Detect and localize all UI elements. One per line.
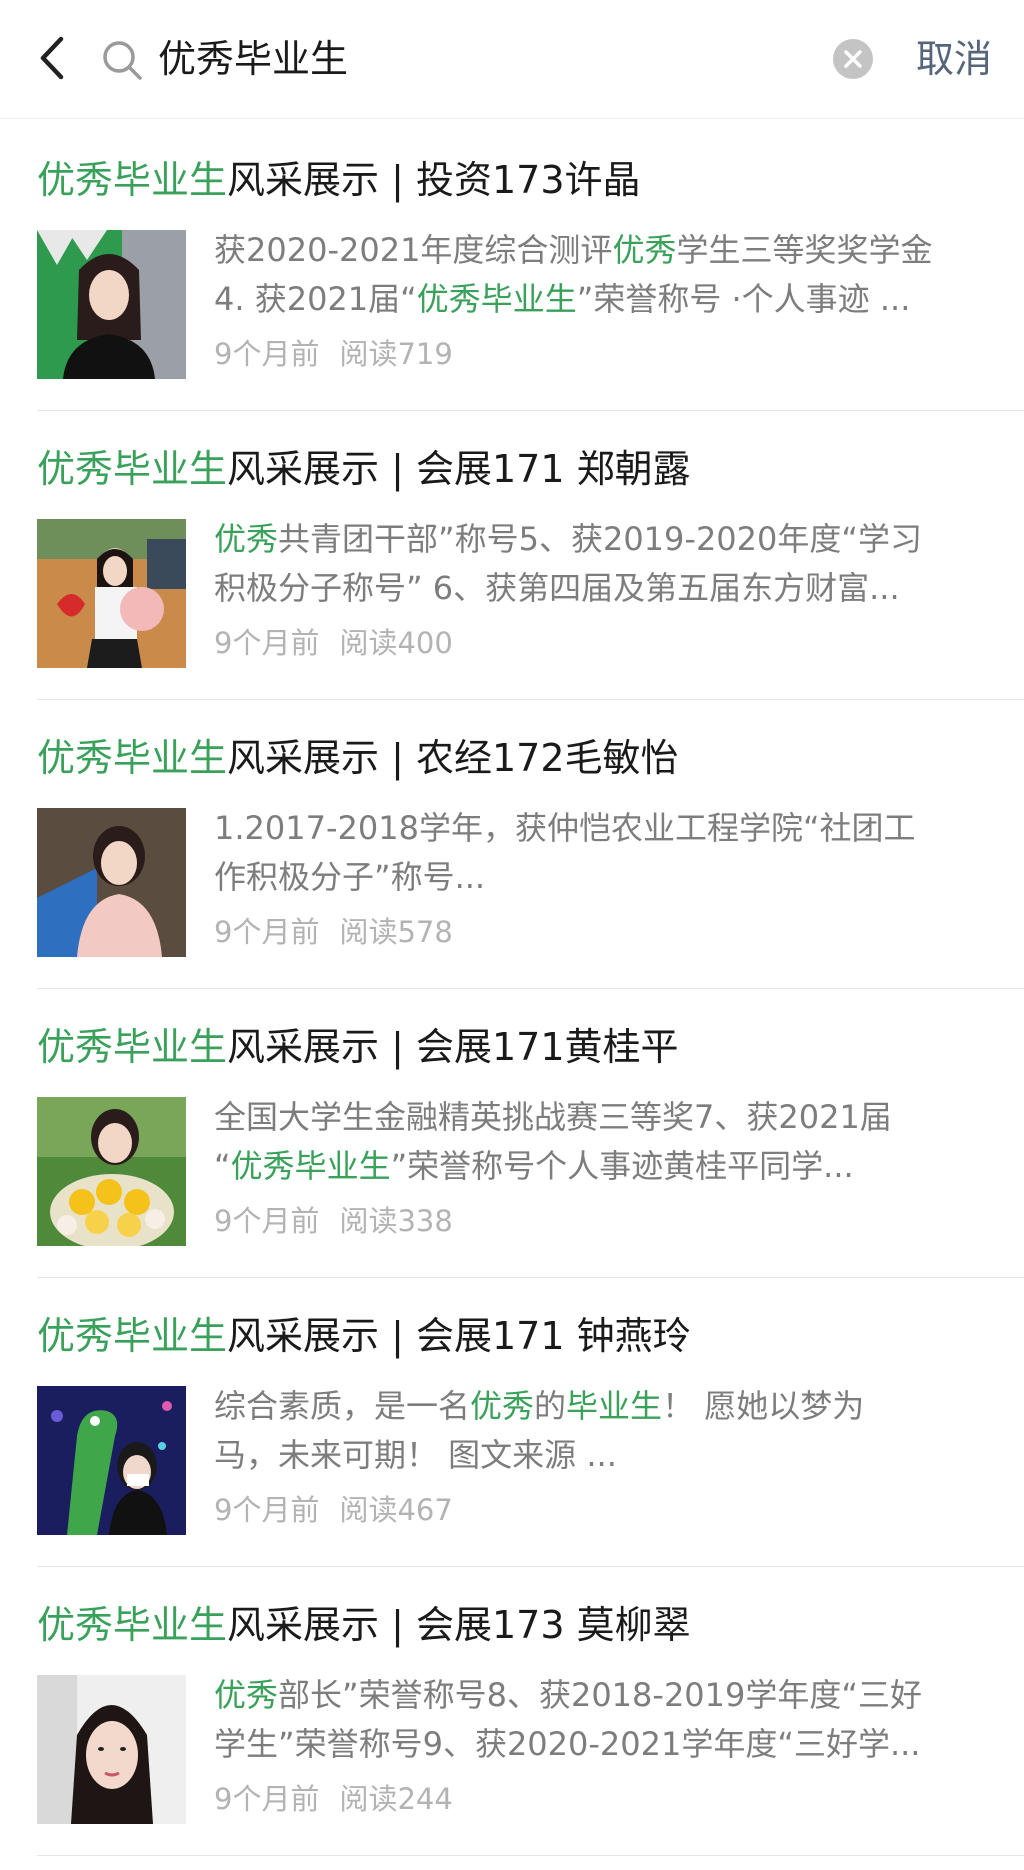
title-highlight: 优秀毕业生 [37,1025,228,1069]
result-thumbnail [37,1097,186,1246]
snippet-line: 1.2017-2018学年，获仲恺农业工程学院“社团工 [214,804,1014,853]
result-time: 9个月前 [214,915,320,949]
result-title: 优秀毕业生风采展示 | 会展171黄桂平 [37,1019,679,1075]
result-time: 9个月前 [214,337,320,371]
results-list: 优秀毕业生风采展示 | 投资173许晶 获2020-2021年度综合测评优秀学生… [0,122,1024,1856]
snippet-highlight: 优秀 [612,231,677,269]
snippet-highlight: 优秀 [214,520,279,558]
title-highlight: 优秀毕业生 [37,736,228,780]
snippet-text: 马，未来可期！ 图文来源 ... [214,1436,617,1474]
snippet-text: 积极分子称号” 6、获第四届及第五届东方财富... [214,569,900,607]
back-button[interactable] [22,28,82,88]
title-highlight: 优秀毕业生 [37,1603,228,1647]
result-reads: 阅读467 [339,1493,453,1527]
snippet-text: 综合素质，是一名 [214,1387,471,1425]
result-thumbnail [37,1675,186,1824]
result-title: 优秀毕业生风采展示 | 会展171 钟燕玲 [37,1308,691,1364]
result-snippet: 获2020-2021年度综合测评优秀学生三等奖奖学金 4. 获2021届“优秀毕… [214,226,1014,324]
snippet-text: 共青团干部”称号5、获2019-2020年度“学习 [278,520,922,558]
title-highlight: 优秀毕业生 [37,158,228,202]
result-meta: 9个月前 阅读719 [214,332,453,376]
cancel-button[interactable]: 取消 [916,30,992,88]
snippet-highlight: 优秀毕业生 [416,280,577,318]
result-item[interactable]: 优秀毕业生风采展示 | 农经172毛敏怡 1.2017-2018学年，获仲恺农业… [37,700,1024,989]
result-time: 9个月前 [214,1493,320,1527]
title-text: 风采展示 | 会展173 莫柳翠 [227,1603,691,1647]
snippet-highlight: 优秀 [214,1676,279,1714]
snippet-text: 学生”荣誉称号9、获2020-2021学年度“三好学... [214,1725,921,1763]
result-item[interactable]: 优秀毕业生风采展示 | 会展171 钟燕玲 综合素质，是一名优秀的毕业生！ 愿她… [37,1278,1024,1567]
result-reads: 阅读244 [339,1782,453,1816]
snippet-line: 学生”荣誉称号9、获2020-2021学年度“三好学... [214,1720,1014,1769]
result-snippet: 优秀共青团干部”称号5、获2019-2020年度“学习 积极分子称号” 6、获第… [214,515,1014,613]
snippet-text: ”荣誉称号 ·个人事迹 ... [576,280,911,318]
result-reads: 阅读719 [339,337,453,371]
result-title: 优秀毕业生风采展示 | 会展171 郑朝露 [37,441,691,497]
result-reads: 阅读578 [339,915,453,949]
result-item[interactable]: 优秀毕业生风采展示 | 会展171 郑朝露 优秀共青团干部”称号5、获2019-… [37,411,1024,700]
clear-icon[interactable] [832,38,874,80]
result-thumbnail [37,519,186,668]
snippet-highlight: 优秀毕业生 [230,1147,391,1185]
result-meta: 9个月前 阅读400 [214,621,453,665]
result-thumbnail [37,1386,186,1535]
snippet-text: 获2020-2021年度综合测评 [214,231,613,269]
result-item[interactable]: 优秀毕业生风采展示 | 会展173 莫柳翠 优秀部长”荣誉称号8、获2018-2… [37,1567,1024,1856]
snippet-line: 获2020-2021年度综合测评优秀学生三等奖奖学金 [214,226,1014,275]
result-meta: 9个月前 阅读578 [214,910,453,954]
title-text: 风采展示 | 投资173许晶 [227,158,641,202]
snippet-line: 优秀共青团干部”称号5、获2019-2020年度“学习 [214,515,1014,564]
result-title: 优秀毕业生风采展示 | 投资173许晶 [37,152,641,208]
snippet-text: “ [214,1147,231,1185]
snippet-text: 的 [534,1387,567,1425]
snippet-text: 全国大学生金融精英挑战赛三等奖7、获2021届 [214,1098,892,1136]
title-text: 风采展示 | 会展171 郑朝露 [227,447,691,491]
snippet-line: 马，未来可期！ 图文来源 ... [214,1431,1014,1480]
snippet-text: 作积极分子”称号... [214,858,486,896]
chevron-left-icon [40,36,64,80]
search-icon [103,41,142,80]
snippet-text: 学生三等奖奖学金 [676,231,933,269]
snippet-text: ！ 愿她以梦为 [662,1387,865,1425]
title-highlight: 优秀毕业生 [37,1314,228,1358]
snippet-line: 4. 获2021届“优秀毕业生”荣誉称号 ·个人事迹 ... [214,275,1014,324]
result-snippet: 综合素质，是一名优秀的毕业生！ 愿她以梦为 马，未来可期！ 图文来源 ... [214,1382,1014,1480]
title-text: 风采展示 | 会展171黄桂平 [227,1025,679,1069]
result-time: 9个月前 [214,1204,320,1238]
result-reads: 阅读338 [339,1204,453,1238]
result-thumbnail [37,230,186,379]
title-text: 风采展示 | 会展171 钟燕玲 [227,1314,691,1358]
snippet-line: 全国大学生金融精英挑战赛三等奖7、获2021届 [214,1093,1014,1142]
title-text: 风采展示 | 农经172毛敏怡 [227,736,679,780]
result-time: 9个月前 [214,1782,320,1816]
snippet-line: 作积极分子”称号... [214,853,1014,902]
result-item[interactable]: 优秀毕业生风采展示 | 会展171黄桂平 全国大学生金融精英挑战赛三等奖7、获2… [37,989,1024,1278]
snippet-line: 综合素质，是一名优秀的毕业生！ 愿她以梦为 [214,1382,1014,1431]
search-header: 优秀毕业生 取消 [0,0,1024,119]
result-snippet: 1.2017-2018学年，获仲恺农业工程学院“社团工 作积极分子”称号... [214,804,1014,902]
result-item[interactable]: 优秀毕业生风采展示 | 投资173许晶 获2020-2021年度综合测评优秀学生… [37,122,1024,411]
snippet-text: 1.2017-2018学年，获仲恺农业工程学院“社团工 [214,809,916,847]
snippet-text: ”荣誉称号个人事迹黄桂平同学... [390,1147,854,1185]
snippet-text: 4. 获2021届“ [214,280,417,318]
result-snippet: 优秀部长”荣誉称号8、获2018-2019学年度“三好 学生”荣誉称号9、获20… [214,1671,1014,1769]
search-input[interactable]: 优秀毕业生 [158,30,348,88]
result-thumbnail [37,808,186,957]
snippet-text: 部长”荣誉称号8、获2018-2019学年度“三好 [278,1676,922,1714]
title-highlight: 优秀毕业生 [37,447,228,491]
snippet-line: 积极分子称号” 6、获第四届及第五届东方财富... [214,564,1014,613]
result-snippet: 全国大学生金融精英挑战赛三等奖7、获2021届 “优秀毕业生”荣誉称号个人事迹黄… [214,1093,1014,1191]
snippet-line: 优秀部长”荣誉称号8、获2018-2019学年度“三好 [214,1671,1014,1720]
snippet-highlight: 毕业生 [566,1387,663,1425]
result-meta: 9个月前 阅读244 [214,1777,453,1821]
result-title: 优秀毕业生风采展示 | 农经172毛敏怡 [37,730,679,786]
result-time: 9个月前 [214,626,320,660]
snippet-line: “优秀毕业生”荣誉称号个人事迹黄桂平同学... [214,1142,1014,1191]
snippet-highlight: 优秀 [470,1387,535,1425]
result-meta: 9个月前 阅读467 [214,1488,453,1532]
result-meta: 9个月前 阅读338 [214,1199,453,1243]
result-reads: 阅读400 [339,626,453,660]
result-title: 优秀毕业生风采展示 | 会展173 莫柳翠 [37,1597,691,1653]
